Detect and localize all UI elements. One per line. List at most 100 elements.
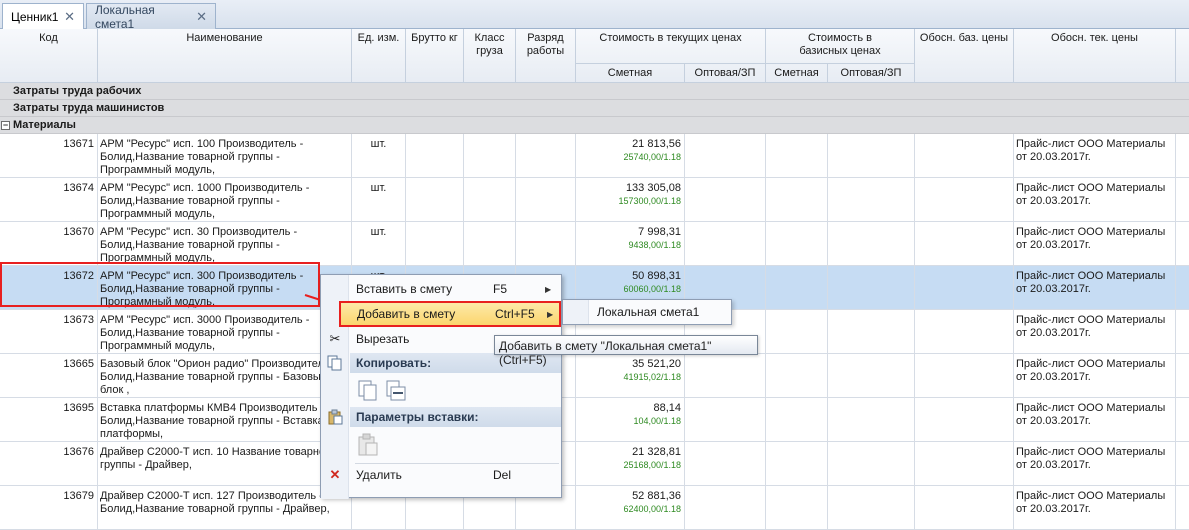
cell-obosn-tek[interactable]: Прайс-лист ООО Материалы от 20.03.2017г.: [1014, 398, 1176, 442]
group-row-workers[interactable]: Затраты труда рабочих: [0, 83, 1189, 100]
cell-base-opt[interactable]: [828, 134, 915, 178]
collapse-icon[interactable]: −: [1, 121, 10, 130]
cell-obosn-baz[interactable]: [915, 398, 1014, 442]
cell-filler[interactable]: [1176, 398, 1189, 442]
column-header-razryad[interactable]: Разряд работы: [516, 29, 576, 83]
cell-obosn-baz[interactable]: [915, 310, 1014, 354]
cell-base-opt[interactable]: [828, 486, 915, 530]
table-row[interactable]: 13674 АРМ "Ресурс" исп. 1000 Производител…: [0, 178, 1189, 222]
cell-base-opt[interactable]: [828, 398, 915, 442]
cell-brutto[interactable]: [406, 178, 464, 222]
menu-item-insert[interactable]: Вставить в смету F5 ▶: [321, 278, 561, 300]
cell-current-opt[interactable]: [685, 354, 766, 398]
cell-name[interactable]: Вставка платформы КМВ4 Производитель - Б…: [98, 398, 352, 442]
cell-base-smet[interactable]: [766, 398, 828, 442]
cell-base-smet[interactable]: [766, 354, 828, 398]
column-header-current-opt[interactable]: Оптовая/ЗП: [685, 64, 766, 83]
cell-current-opt[interactable]: [685, 222, 766, 266]
table-row[interactable]: 13671 АРМ "Ресурс" исп. 100 Производитель…: [0, 134, 1189, 178]
cell-obosn-tek[interactable]: Прайс-лист ООО Материалы от 20.03.2017г.: [1014, 442, 1176, 486]
cell-name[interactable]: АРМ "Ресурс" исп. 3000 Производитель - Б…: [98, 310, 352, 354]
column-header-name[interactable]: Наименование: [98, 29, 352, 83]
cell-code[interactable]: 13673: [0, 310, 98, 354]
cell-base-opt[interactable]: [828, 442, 915, 486]
cell-filler[interactable]: [1176, 310, 1189, 354]
cell-obosn-baz[interactable]: [915, 222, 1014, 266]
cell-base-smet[interactable]: [766, 310, 828, 354]
cell-unit[interactable]: шт.: [352, 178, 406, 222]
cell-razryad[interactable]: [516, 178, 576, 222]
cell-class[interactable]: [464, 134, 516, 178]
table-row[interactable]: 13679 Драйвер С2000-Т исп. 127 Производит…: [0, 486, 1189, 530]
cell-base-opt[interactable]: [828, 178, 915, 222]
cell-obosn-tek[interactable]: Прайс-лист ООО Материалы от 20.03.2017г.: [1014, 310, 1176, 354]
cell-obosn-tek[interactable]: Прайс-лист ООО Материалы от 20.03.2017г.: [1014, 266, 1176, 310]
cell-base-opt[interactable]: [828, 222, 915, 266]
cell-unit[interactable]: шт.: [352, 222, 406, 266]
column-header-base-opt[interactable]: Оптовая/ЗП: [828, 64, 915, 83]
cell-obosn-baz[interactable]: [915, 134, 1014, 178]
cell-obosn-baz[interactable]: [915, 442, 1014, 486]
column-header-current-smet[interactable]: Сметная: [576, 64, 685, 83]
cell-base-smet[interactable]: [766, 486, 828, 530]
cell-current-smet[interactable]: 35 521,20 41915,02/1.18: [576, 354, 685, 398]
cell-obosn-baz[interactable]: [915, 486, 1014, 530]
submenu-item-local-smeta1[interactable]: Локальная смета1: [597, 305, 699, 319]
paste-icon[interactable]: [357, 433, 379, 457]
cell-base-smet[interactable]: [766, 222, 828, 266]
cell-base-smet[interactable]: [766, 178, 828, 222]
cell-current-opt[interactable]: [685, 486, 766, 530]
cell-base-opt[interactable]: [828, 266, 915, 310]
cell-current-opt[interactable]: [685, 442, 766, 486]
cell-obosn-tek[interactable]: Прайс-лист ООО Материалы от 20.03.2017г.: [1014, 222, 1176, 266]
cell-brutto[interactable]: [406, 222, 464, 266]
cell-razryad[interactable]: [516, 134, 576, 178]
cell-base-opt[interactable]: [828, 354, 915, 398]
table-row[interactable]: 13695 Вставка платформы КМВ4 Производител…: [0, 398, 1189, 442]
cell-class[interactable]: [464, 178, 516, 222]
copy-plain-icon[interactable]: [357, 379, 379, 403]
cell-base-smet[interactable]: [766, 134, 828, 178]
group-row-materials[interactable]: − Материалы: [0, 117, 1189, 134]
cell-brutto[interactable]: [406, 134, 464, 178]
cell-base-opt[interactable]: [828, 310, 915, 354]
cell-name[interactable]: АРМ "Ресурс" исп. 1000 Производитель - Б…: [98, 178, 352, 222]
cell-current-opt[interactable]: [685, 178, 766, 222]
cell-filler[interactable]: [1176, 178, 1189, 222]
tab-cennik1[interactable]: Ценник1 ✕: [2, 3, 84, 29]
column-header-brutto[interactable]: Брутто кг: [406, 29, 464, 83]
group-row-machinists[interactable]: Затраты труда машинистов: [0, 100, 1189, 117]
cell-name[interactable]: Драйвер С2000-Т исп. 127 Производитель -…: [98, 486, 352, 530]
menu-item-add-to-estimate[interactable]: Добавить в смету Ctrl+F5 ▶: [339, 301, 561, 327]
cell-current-opt[interactable]: [685, 398, 766, 442]
table-row[interactable]: 13665 Базовый блок "Орион радио" Производ…: [0, 354, 1189, 398]
cell-current-opt[interactable]: [685, 134, 766, 178]
cell-base-smet[interactable]: [766, 442, 828, 486]
column-header-obosn-baz[interactable]: Обосн. баз. цены: [915, 29, 1014, 83]
cell-obosn-tek[interactable]: Прайс-лист ООО Материалы от 20.03.2017г.: [1014, 178, 1176, 222]
cell-code[interactable]: 13671: [0, 134, 98, 178]
cell-filler[interactable]: [1176, 134, 1189, 178]
cell-code[interactable]: 13695: [0, 398, 98, 442]
cell-current-smet[interactable]: 133 305,08 157300,00/1.18: [576, 178, 685, 222]
cell-name[interactable]: АРМ "Ресурс" исп. 100 Производитель - Бо…: [98, 134, 352, 178]
menu-item-delete[interactable]: ✕ Удалить Del: [321, 464, 561, 486]
column-header-code[interactable]: Код: [0, 29, 98, 83]
cell-filler[interactable]: [1176, 222, 1189, 266]
table-row[interactable]: 13676 Драйвер С2000-Т исп. 10 Название то…: [0, 442, 1189, 486]
cell-filler[interactable]: [1176, 442, 1189, 486]
cell-obosn-baz[interactable]: [915, 178, 1014, 222]
close-icon[interactable]: ✕: [64, 9, 75, 25]
tab-local-smeta1[interactable]: Локальная смета1 ✕: [86, 3, 216, 31]
cell-filler[interactable]: [1176, 486, 1189, 530]
cell-class[interactable]: [464, 222, 516, 266]
column-header-obosn-tek[interactable]: Обосн. тек. цены: [1014, 29, 1176, 83]
cell-obosn-tek[interactable]: Прайс-лист ООО Материалы от 20.03.2017г.: [1014, 354, 1176, 398]
cell-current-smet[interactable]: 52 881,36 62400,00/1.18: [576, 486, 685, 530]
cell-name[interactable]: Драйвер С2000-Т исп. 10 Название товарно…: [98, 442, 352, 486]
cell-code[interactable]: 13665: [0, 354, 98, 398]
column-header-unit[interactable]: Ед. изм.: [352, 29, 406, 83]
cell-current-smet[interactable]: 21 813,56 25740,00/1.18: [576, 134, 685, 178]
close-icon[interactable]: ✕: [196, 9, 207, 25]
cell-base-smet[interactable]: [766, 266, 828, 310]
